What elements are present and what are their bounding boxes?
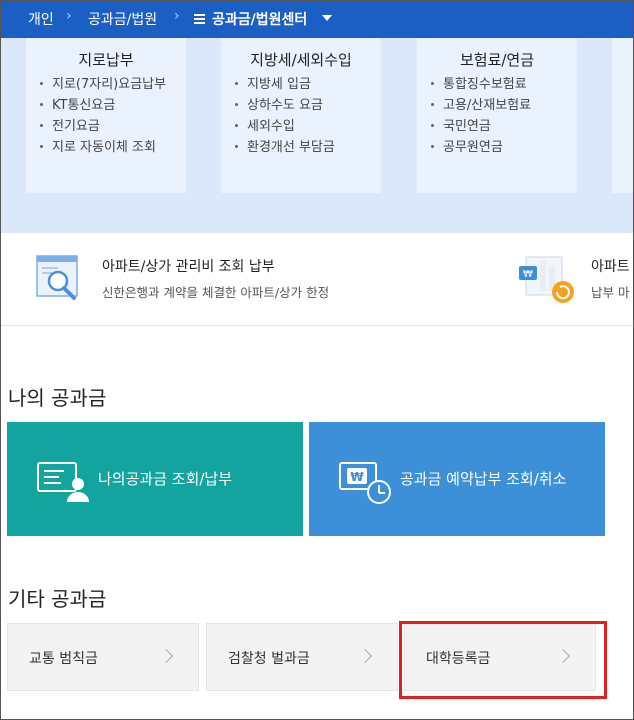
traffic-fine-button[interactable]: 교통 범칙금 [7, 623, 199, 691]
bullet-icon [235, 124, 238, 127]
category-link[interactable]: 세외수입 [235, 116, 335, 137]
bullet-icon [235, 103, 238, 106]
category-link[interactable]: 상하수도 요금 [235, 95, 335, 116]
category-title: 지방세/세외수입 [250, 51, 352, 69]
section-title-other-utility: 기타 공과금 [8, 587, 107, 611]
bullet-icon [40, 145, 43, 148]
category-link[interactable]: 지방세 입금 [235, 74, 335, 95]
menu-icon[interactable] [194, 14, 205, 24]
breadcrumb-item-utility-court[interactable]: 공과금/법원 [88, 9, 157, 29]
bullet-icon [40, 124, 43, 127]
category-link[interactable]: 공무원연금 [431, 137, 531, 158]
bullet-icon [235, 145, 238, 148]
banner-row: 아파트/상가 관리비 조회 납부 신한은행과 계약을 체결한 아파트/상가 한정… [0, 233, 634, 326]
prosecution-fine-button[interactable]: 검찰청 벌과금 [206, 623, 398, 691]
chevron-right-icon [357, 648, 373, 664]
caret-down-icon[interactable] [322, 15, 332, 21]
category-link[interactable]: 고용/산재보험료 [431, 95, 531, 116]
my-utility-inquiry-button[interactable]: 나의공과금 조회/납부 [7, 422, 303, 536]
section-title-my-utility: 나의 공과금 [8, 386, 107, 410]
category-card-insurance: 보험료/연금 통합징수보험료 고용/산재보험료 국민연금 공무원연금 [417, 38, 577, 193]
scheduled-payment-button[interactable]: ₩ 공과금 예약납부 조회/취소 [309, 422, 605, 536]
breadcrumb-item-utility-center[interactable]: 공과금/법원센터 [212, 9, 307, 29]
bullet-icon [431, 103, 434, 106]
category-link[interactable]: KT통신요금 [40, 95, 166, 116]
button-label: 검찰청 벌과금 [228, 651, 310, 667]
bullet-icon [431, 82, 434, 85]
bullet-icon [235, 82, 238, 85]
search-document-icon [36, 255, 78, 300]
svg-text:₩: ₩ [350, 470, 364, 484]
category-card-local-tax: 지방세/세외수입 지방세 입금 상하수도 요금 세외수입 환경개선 부담금 [221, 38, 381, 193]
breadcrumb-item-personal[interactable]: 개인 [28, 9, 54, 29]
button-label: 교통 범칙금 [29, 651, 98, 667]
bullet-icon [40, 82, 43, 85]
category-title: 지로납부 [78, 51, 134, 69]
category-link[interactable]: 전기요금 [40, 116, 166, 137]
category-link[interactable]: 지로(7자리)요금납부 [40, 74, 166, 95]
breadcrumb: 개인 › 공과금/법원 › 공과금/법원센터 [0, 0, 634, 38]
category-title: 보험료/연금 [459, 51, 535, 69]
category-card-partial [612, 38, 634, 193]
banner-subtitle: 납부 마 [591, 285, 630, 300]
category-link[interactable]: 국민연금 [431, 116, 531, 137]
banner-title[interactable]: 아파트 [591, 256, 630, 276]
category-link[interactable]: 환경개선 부담금 [235, 137, 335, 158]
button-label: 공과금 예약납부 조회/취소 [400, 470, 567, 488]
highlight-box [399, 621, 607, 699]
category-card-giro: 지로납부 지로(7자리)요금납부 KT통신요금 전기요금 지로 자동이체 조회 [26, 38, 186, 193]
category-link[interactable]: 통합징수보험료 [431, 74, 531, 95]
banner-subtitle: 신한은행과 계약을 체결한 아파트/상가 한정 [102, 285, 330, 300]
bullet-icon [431, 124, 434, 127]
bullet-icon [40, 103, 43, 106]
svg-text:₩: ₩ [523, 269, 533, 280]
chevron-right-icon: › [66, 8, 72, 24]
bill-user-icon [37, 462, 89, 502]
category-area: 지로납부 지로(7자리)요금납부 KT통신요금 전기요금 지로 자동이체 조회 … [0, 38, 634, 233]
chevron-right-icon: › [174, 8, 180, 24]
bill-calculator-icon: ₩ [519, 256, 574, 303]
bullet-icon [431, 145, 434, 148]
chevron-right-icon [158, 648, 174, 664]
button-label: 나의공과금 조회/납부 [98, 470, 233, 488]
won-clock-icon: ₩ [339, 462, 391, 504]
banner-title[interactable]: 아파트/상가 관리비 조회 납부 [102, 256, 275, 276]
category-link[interactable]: 지로 자동이체 조회 [40, 137, 166, 158]
